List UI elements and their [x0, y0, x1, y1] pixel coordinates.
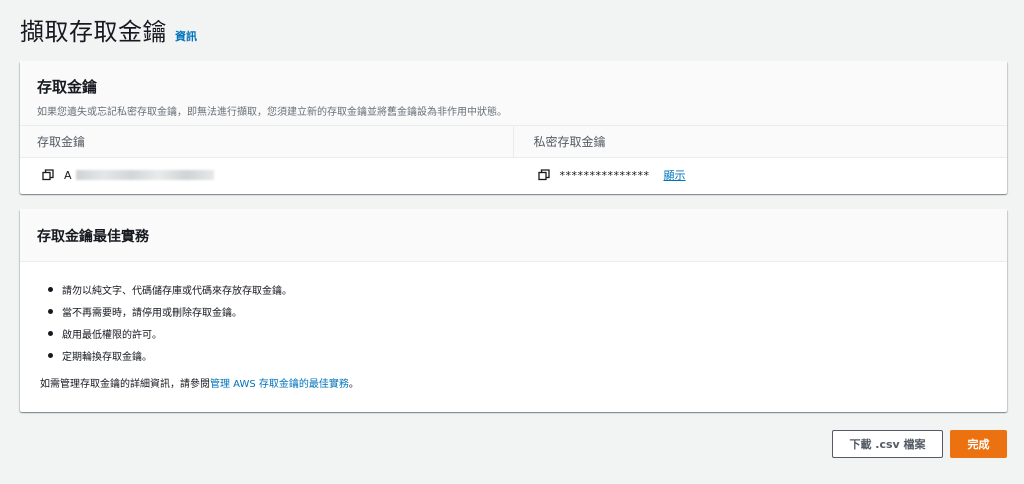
key-table-row: A *************** 顯示 — [20, 158, 1007, 192]
download-csv-button[interactable]: 下載 .csv 檔案 — [832, 430, 943, 458]
secret-key-cell: *************** 顯示 — [514, 158, 1008, 192]
bullet-icon — [48, 352, 53, 358]
access-key-panel-description: 如果您遺失或忘記私密存取金鑰，即無法進行擷取，您須建立新的存取金鑰並將舊金鑰設為… — [37, 107, 507, 118]
access-key-cell: A — [20, 158, 514, 192]
best-practices-list: 請勿以純文字、代碼儲存庫或代碼來存放存取金鑰。 當不再需要時，請停用或刪除存取金… — [40, 278, 987, 366]
page-title: 擷取存取金鑰 — [20, 18, 167, 46]
column-header-secret-key: 私密存取金鑰 — [533, 135, 606, 149]
access-key-panel: 存取金鑰 如果您遺失或忘記私密存取金鑰，即無法進行擷取，您須建立新的存取金鑰並將… — [20, 61, 1007, 194]
access-key-panel-header: 存取金鑰 如果您遺失或忘記私密存取金鑰，即無法進行擷取，您須建立新的存取金鑰並將… — [20, 61, 1007, 126]
best-practices-panel: 存取金鑰最佳實務 請勿以純文字、代碼儲存庫或代碼來存放存取金鑰。 當不再需要時，… — [20, 209, 1007, 412]
access-key-redaction — [75, 170, 214, 180]
done-button[interactable]: 完成 — [950, 430, 1007, 458]
list-item: 請勿以純文字、代碼儲存庫或代碼來存放存取金鑰。 — [40, 278, 987, 300]
page-header: 擷取存取金鑰 資訊 — [20, 12, 197, 47]
show-secret-link[interactable]: 顯示 — [664, 167, 686, 183]
footer-suffix: 。 — [348, 379, 359, 390]
secret-key-mask: *************** — [559, 168, 650, 182]
best-practices-link[interactable]: 管理 AWS 存取金鑰的最佳實務 — [210, 379, 349, 390]
list-item: 當不再需要時，請停用或刪除存取金鑰。 — [40, 300, 987, 322]
bullet-icon — [48, 308, 53, 314]
best-practices-footer: 如需管理存取金鑰的詳細資訊，請參閱管理 AWS 存取金鑰的最佳實務。 — [40, 375, 987, 390]
footer-prefix: 如需管理存取金鑰的詳細資訊，請參閱 — [40, 379, 210, 390]
info-link[interactable]: 資訊 — [175, 28, 197, 44]
key-table: 存取金鑰 私密存取金鑰 A *************** 顯示 — [20, 126, 1007, 192]
best-practices-panel-header: 存取金鑰最佳實務 — [20, 209, 1007, 262]
key-table-header: 存取金鑰 私密存取金鑰 — [20, 126, 1007, 158]
list-item: 啟用最低權限的許可。 — [40, 322, 987, 344]
copy-icon[interactable] — [537, 169, 550, 181]
access-key-value: A — [64, 168, 72, 182]
list-item: 定期輪換存取金鑰。 — [40, 344, 987, 366]
column-header-access-key: 存取金鑰 — [20, 126, 514, 157]
copy-icon[interactable] — [42, 169, 54, 181]
bullet-icon — [48, 330, 53, 336]
bullet-icon — [48, 286, 53, 292]
access-key-panel-title: 存取金鑰 — [37, 78, 98, 96]
best-practices-body: 請勿以純文字、代碼儲存庫或代碼來存放存取金鑰。 當不再需要時，請停用或刪除存取金… — [20, 262, 1007, 391]
best-practices-panel-title: 存取金鑰最佳實務 — [37, 229, 149, 245]
